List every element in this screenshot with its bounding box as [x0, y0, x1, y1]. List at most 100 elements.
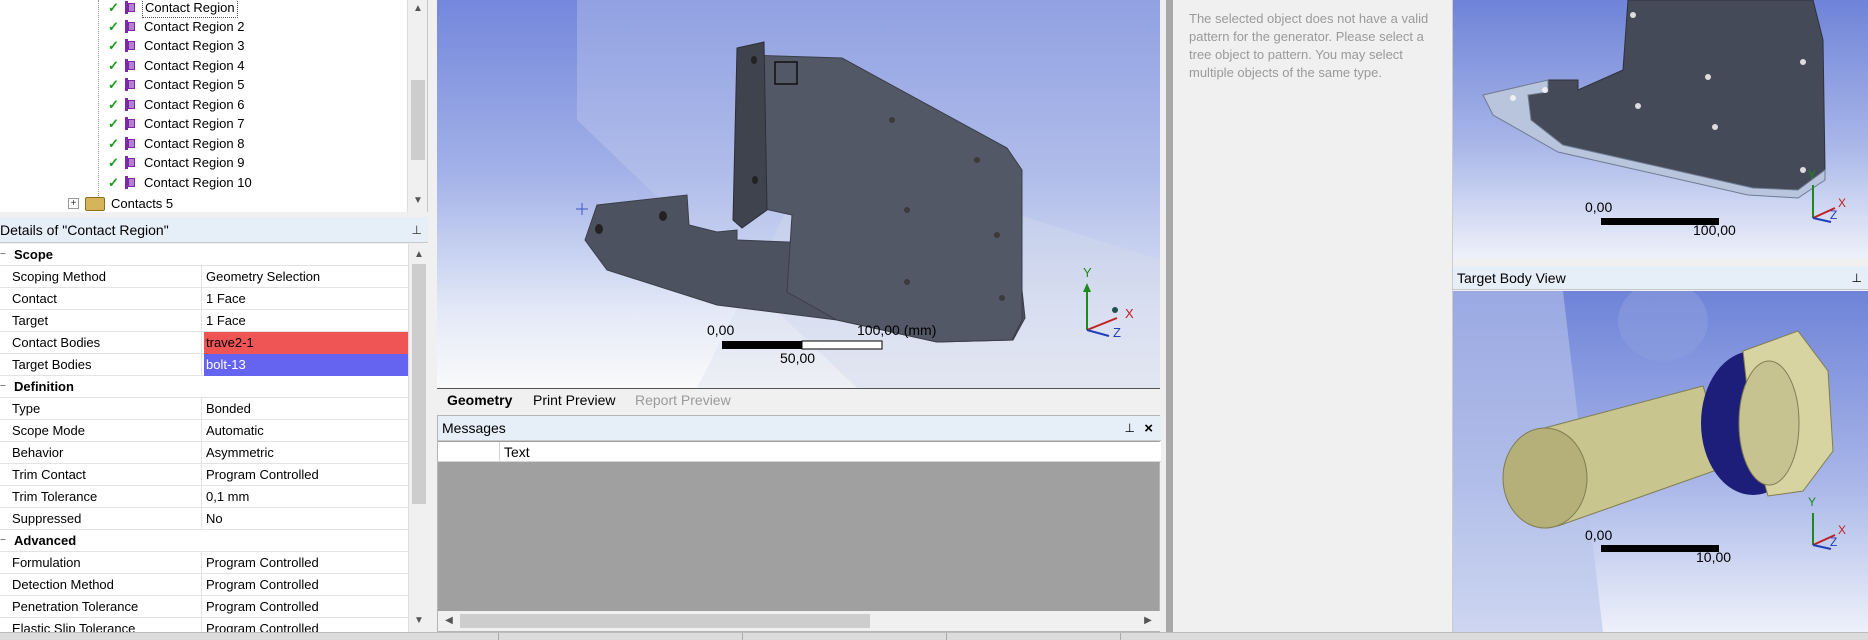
- tree-item-contacts-5[interactable]: + Contacts 5: [68, 194, 173, 212]
- tree-item-contact-region-3[interactable]: ✓ Contact Region 3: [108, 36, 246, 55]
- details-scrollbar[interactable]: ▲ ▼: [408, 244, 428, 632]
- graphics-viewport[interactable]: 0,00 50,00 100,00 (mm) Y X Z: [437, 0, 1160, 388]
- tree-item-contact-region-4[interactable]: ✓ Contact Region 4: [108, 56, 246, 75]
- detail-value[interactable]: 0,1 mm: [204, 486, 408, 508]
- detail-key: Trim Contact: [12, 464, 202, 486]
- expand-icon[interactable]: +: [68, 198, 79, 209]
- messages-hscrollbar[interactable]: ◀ ▶: [438, 611, 1161, 631]
- status-divider: [498, 633, 499, 640]
- tree-item-contact-region-8[interactable]: ✓ Contact Region 8: [108, 134, 246, 153]
- section-definition[interactable]: − Definition: [0, 376, 408, 398]
- detail-value[interactable]: Geometry Selection: [204, 266, 408, 288]
- scroll-left-arrow[interactable]: ◀: [442, 614, 456, 628]
- scroll-thumb[interactable]: [411, 80, 425, 160]
- pin-icon[interactable]: ⊥: [412, 217, 422, 242]
- pin-icon[interactable]: ⊥: [1125, 416, 1135, 441]
- triad-x-label: X: [1838, 196, 1847, 210]
- detail-row-scoping-method[interactable]: Scoping Method Geometry Selection: [0, 266, 408, 288]
- detail-row-penetration-tolerance[interactable]: Penetration Tolerance Program Controlled: [0, 596, 408, 618]
- section-advanced[interactable]: − Advanced: [0, 530, 408, 552]
- detail-value[interactable]: 1 Face: [204, 288, 408, 310]
- scroll-down-arrow[interactable]: ▼: [412, 614, 426, 628]
- scroll-thumb[interactable]: [412, 264, 426, 504]
- detail-row-target-bodies[interactable]: Target Bodies bolt-13: [0, 354, 408, 376]
- scale-bar-black: [722, 341, 802, 349]
- hole: [1800, 167, 1806, 173]
- detail-value[interactable]: Program Controlled: [204, 596, 408, 618]
- scale-end-label: 100,00 (mm): [857, 322, 937, 338]
- tree-items: ✓ Contact Region ✓ Contact Region 2 ✓ Co…: [0, 0, 406, 212]
- triad-x-label: X: [1838, 523, 1847, 537]
- tree-item-contact-region-7[interactable]: ✓ Contact Region 7: [108, 114, 246, 133]
- detail-row-behavior[interactable]: Behavior Asymmetric: [0, 442, 408, 464]
- triad-y-label: Y: [1808, 495, 1817, 509]
- detail-key: Suppressed: [12, 508, 202, 530]
- tree-scrollbar[interactable]: ▲ ▼: [407, 0, 427, 212]
- tree-item-contact-region-10[interactable]: ✓ Contact Region 10: [108, 173, 254, 192]
- tree-item-label: Contact Region 2: [144, 19, 245, 34]
- detail-row-type[interactable]: Type Bonded: [0, 398, 408, 420]
- target-body-view-title: Target Body View ⊥: [1453, 266, 1868, 290]
- detail-row-contact-bodies[interactable]: Contact Bodies trave2-1: [0, 332, 408, 354]
- target-bodies-value[interactable]: bolt-13: [204, 354, 408, 376]
- pin-icon[interactable]: ⊥: [1852, 266, 1862, 290]
- scale-mid-label: 50,00: [780, 350, 816, 366]
- messages-column-blank[interactable]: [438, 442, 500, 462]
- detail-key: Trim Tolerance: [12, 486, 202, 508]
- hole: [1635, 103, 1641, 109]
- contact-body-view[interactable]: 0,00 100,00 Y X Z: [1453, 0, 1868, 258]
- detail-value[interactable]: Program Controlled: [204, 574, 408, 596]
- detail-value[interactable]: No: [204, 508, 408, 530]
- hole: [1705, 74, 1711, 80]
- collapse-icon[interactable]: −: [0, 250, 8, 260]
- tree-item-contact-region-5[interactable]: ✓ Contact Region 5: [108, 75, 246, 94]
- triad-ball: [1112, 307, 1118, 313]
- scroll-right-arrow[interactable]: ▶: [1141, 614, 1155, 628]
- detail-value[interactable]: Bonded: [204, 398, 408, 420]
- detail-row-suppressed[interactable]: Suppressed No: [0, 508, 408, 530]
- tree-item-contact-region-9[interactable]: ✓ Contact Region 9: [108, 153, 246, 172]
- check-icon: ✓: [108, 19, 119, 34]
- scroll-down-arrow[interactable]: ▼: [411, 194, 425, 208]
- detail-row-contact[interactable]: Contact 1 Face: [0, 288, 408, 310]
- target-body-view[interactable]: 0,00 10,00 Y X Z: [1453, 291, 1868, 632]
- detail-value[interactable]: Program Controlled: [204, 552, 408, 574]
- target-body-canvas[interactable]: [1453, 291, 1868, 632]
- close-icon[interactable]: ×: [1144, 416, 1153, 441]
- detail-value[interactable]: Program Controlled: [204, 618, 408, 632]
- generator-hint-panel: The selected object does not have a vali…: [1173, 0, 1453, 632]
- tab-geometry[interactable]: Geometry: [441, 390, 518, 410]
- detail-row-trim-contact[interactable]: Trim Contact Program Controlled: [0, 464, 408, 486]
- detail-value[interactable]: Automatic: [204, 420, 408, 442]
- detail-value[interactable]: Asymmetric: [204, 442, 408, 464]
- detail-key: Type: [12, 398, 202, 420]
- scroll-up-arrow[interactable]: ▲: [412, 248, 426, 262]
- messages-header: Text: [438, 442, 1161, 462]
- detail-row-scope-mode[interactable]: Scope Mode Automatic: [0, 420, 408, 442]
- status-divider: [946, 633, 947, 640]
- scroll-thumb[interactable]: [460, 614, 870, 628]
- geometry-canvas[interactable]: [437, 0, 1160, 388]
- check-icon: ✓: [108, 136, 119, 151]
- detail-row-elastic-slip-tolerance[interactable]: Elastic Slip Tolerance Program Controlle…: [0, 618, 408, 632]
- section-scope[interactable]: − Scope: [0, 244, 408, 266]
- scroll-up-arrow[interactable]: ▲: [411, 2, 425, 16]
- tree-item-contact-region-2[interactable]: ✓ Contact Region 2: [108, 17, 246, 36]
- tree-item-contact-region[interactable]: ✓ Contact Region: [108, 0, 238, 18]
- collapse-icon[interactable]: −: [0, 382, 8, 392]
- collapse-icon[interactable]: −: [0, 536, 8, 546]
- detail-row-detection-method[interactable]: Detection Method Program Controlled: [0, 574, 408, 596]
- contact-bodies-value[interactable]: trave2-1: [204, 332, 408, 354]
- panel-splitter[interactable]: [1166, 0, 1173, 632]
- tree-item-contact-region-6[interactable]: ✓ Contact Region 6: [108, 95, 246, 114]
- detail-value[interactable]: 1 Face: [204, 310, 408, 332]
- contact-body-canvas[interactable]: [1453, 0, 1868, 258]
- triad-z-axis: [1812, 217, 1832, 223]
- tab-print-preview[interactable]: Print Preview: [527, 390, 621, 410]
- detail-value[interactable]: Program Controlled: [204, 464, 408, 486]
- detail-row-target[interactable]: Target 1 Face: [0, 310, 408, 332]
- detail-row-trim-tolerance[interactable]: Trim Tolerance 0,1 mm: [0, 486, 408, 508]
- messages-column-text[interactable]: Text: [504, 442, 530, 462]
- check-icon: ✓: [108, 97, 119, 112]
- detail-row-formulation[interactable]: Formulation Program Controlled: [0, 552, 408, 574]
